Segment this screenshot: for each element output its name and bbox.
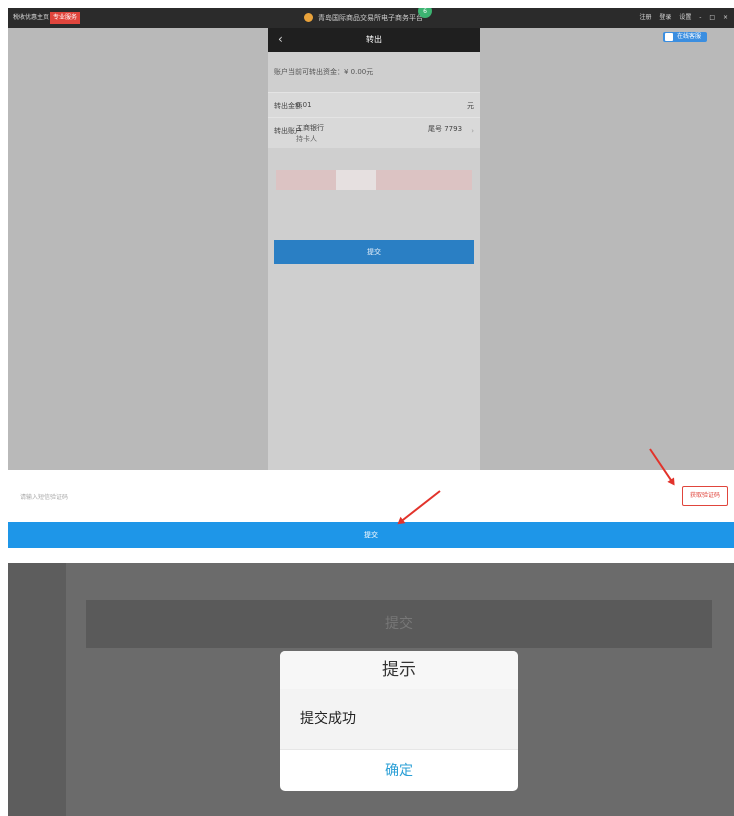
bank-name: 工商银行 [296,124,324,132]
sms-code-input[interactable] [18,488,622,506]
amount-row[interactable]: 转出金额 0.01 元 [268,92,480,117]
get-code-button[interactable]: 获取验证码 [682,486,728,506]
card-holder: 持卡人 [296,135,317,143]
transfer-page: ‹ 转出 账户当前可转出资金：¥ 0.00元 转出金额 0.01 元 转出账户 … [268,28,480,472]
window-title: 青岛国际商品交易所电子商务平台 [318,14,423,22]
login-link[interactable]: 登录 [659,14,671,21]
page-title: 转出 [366,35,382,44]
card-tail-number: 尾号 7793 [428,125,463,133]
amount-unit: 元 [467,102,474,110]
side-panel [8,563,66,816]
available-balance: 账户当前可转出资金：¥ 0.00元 [274,68,374,76]
success-screenshot: 提交 提示 提交成功 确定 [8,563,734,816]
notification-badge[interactable]: 6 [418,8,432,18]
window-controls: 注册 登录 设置 - □ × [633,12,728,24]
app-titlebar: 税收优惠主页 专业服务 青岛国际商品交易所电子商务平台 6 注册 登录 设置 -… [8,8,734,28]
account-row[interactable]: 转出账户 工商银行 持卡人 尾号 7793 › [268,117,480,148]
submit-button[interactable]: 提交 [8,522,734,548]
app-tag[interactable]: 税收优惠主页 [10,12,52,24]
service-icon [665,33,673,41]
maximize-icon[interactable]: □ [709,14,715,21]
customer-service-label: 在线客服 [677,33,702,40]
transfer-screenshot: 税收优惠主页 专业服务 青岛国际商品交易所电子商务平台 6 注册 登录 设置 -… [8,8,734,548]
register-link[interactable]: 注册 [639,14,651,21]
confirm-button[interactable]: 确定 [280,749,518,791]
verification-bar: 获取验证码 [8,470,734,522]
page-submit-button[interactable]: 提交 [274,240,474,264]
background-submit-button: 提交 [86,600,712,648]
chevron-right-icon[interactable]: › [471,127,474,135]
dialog-message: 提交成功 [280,689,518,749]
service-tag[interactable]: 专业服务 [50,12,81,24]
minimize-icon[interactable]: - [699,14,701,21]
dialog-title: 提示 [280,651,518,689]
app-logo-icon [304,13,313,22]
close-icon[interactable]: × [723,14,728,21]
redacted-area [276,170,472,190]
settings-link[interactable]: 设置 [679,14,691,21]
amount-value[interactable]: 0.01 [296,101,312,109]
success-dialog: 提示 提交成功 确定 [280,651,518,791]
customer-service-button[interactable]: 在线客服 [663,32,708,42]
page-header: ‹ 转出 [268,28,480,52]
